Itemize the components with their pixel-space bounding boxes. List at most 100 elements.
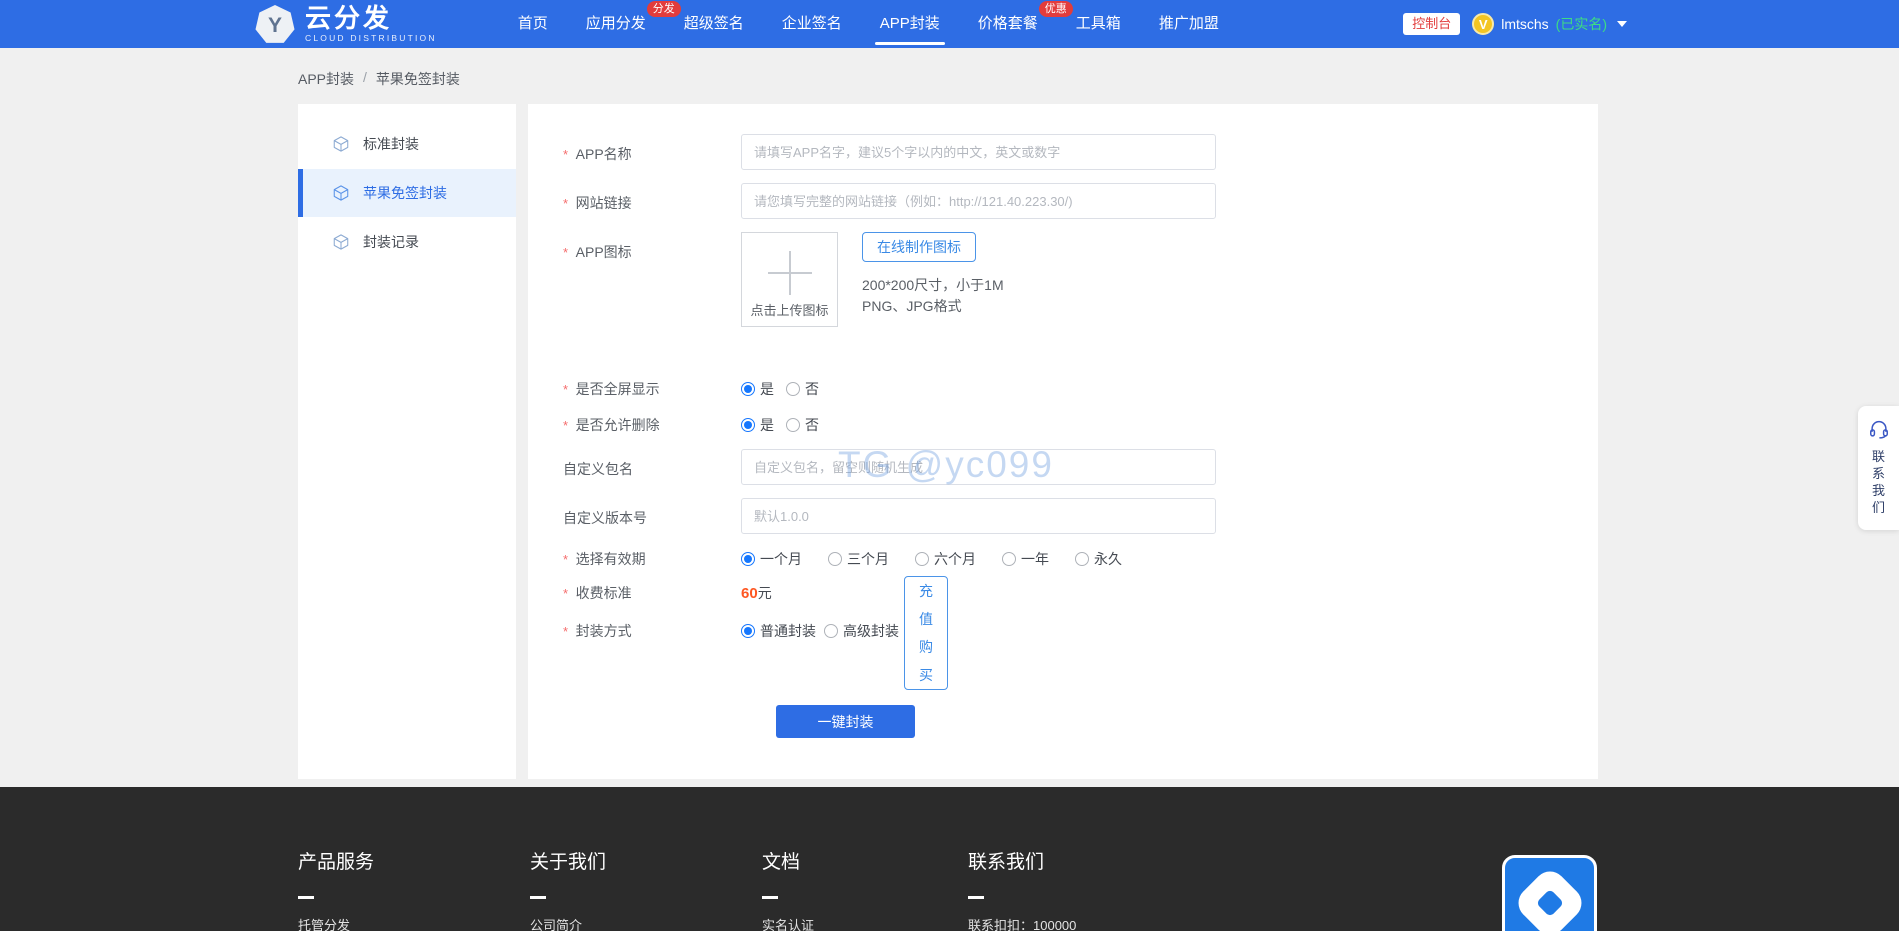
site-url-label: 网站链接 — [563, 183, 741, 219]
one-click-package-button[interactable]: 一键封装 — [776, 705, 915, 738]
validity-1year-radio[interactable]: 一年 — [1002, 549, 1049, 569]
user-menu[interactable]: V lmtschs (已实名) — [1472, 13, 1627, 35]
footer: 产品服务 托管分发 关于我们 公司简介 文档 实名认证 联系我们 联系扣扣：10… — [0, 787, 1899, 931]
radio-icon — [824, 623, 838, 638]
validity-3month-radio[interactable]: 三个月 — [828, 549, 889, 569]
fullscreen-no-radio[interactable]: 否 — [786, 379, 819, 399]
allow-delete-no-radio[interactable]: 否 — [786, 415, 819, 435]
make-icon-online-button[interactable]: 在线制作图标 — [862, 232, 976, 262]
footer-logo-swirl-icon — [1511, 864, 1588, 931]
form-row-site-url: 网站链接 — [563, 183, 1558, 219]
pack-type-advanced-radio[interactable]: 高级封装 — [824, 621, 899, 641]
fullscreen-radio-group: 是 否 — [741, 377, 819, 399]
contact-us-vertical-label: 联 系 我 们 — [1871, 449, 1885, 515]
validity-1month-radio[interactable]: 一个月 — [741, 549, 802, 569]
svg-text:Y: Y — [268, 14, 282, 37]
pack-type-radio-group: 普通封装 高级封装 — [741, 619, 899, 641]
plus-icon — [767, 251, 812, 295]
price-unit: 元 — [757, 585, 772, 601]
console-button[interactable]: 控制台 — [1403, 13, 1461, 35]
brand-text: 云分发 CLOUD DISTRIBUTION — [305, 5, 437, 43]
breadcrumb-separator: / — [363, 69, 367, 85]
radio-icon — [741, 417, 755, 432]
footer-divider-dash — [298, 896, 314, 899]
contact-us-float-widget[interactable]: 联 系 我 们 — [1858, 406, 1899, 530]
radio-icon — [1002, 551, 1016, 566]
nav-item-promotion[interactable]: 推广加盟 — [1140, 0, 1238, 48]
footer-col-products: 产品服务 托管分发 — [298, 847, 530, 931]
icon-upload-dropzone[interactable]: 点击上传图标 — [741, 232, 838, 327]
allow-delete-label: 是否允许删除 — [563, 413, 741, 435]
breadcrumb-current: 苹果免签封装 — [375, 71, 460, 87]
nav-item-app-distribution[interactable]: 应用分发 分发 — [567, 0, 681, 48]
site-url-input[interactable] — [741, 183, 1216, 219]
form-row-price: 收费标准 60 元 充值购买 — [563, 576, 1558, 690]
icon-hint-format: PNG、JPG格式 — [862, 298, 962, 314]
nav-item-super-sign[interactable]: 超级签名 — [665, 0, 763, 48]
validity-radio-group: 一个月 三个月 六个月 一年 永久 — [741, 547, 1122, 569]
icon-hints: 200*200尺寸，小于1M PNG、JPG格式 — [862, 275, 1004, 317]
breadcrumb-app-packaging[interactable]: APP封装 — [298, 69, 354, 89]
version-label: 自定义版本号 — [563, 510, 647, 526]
footer-col-title: 关于我们 — [530, 852, 607, 873]
radio-icon — [915, 551, 929, 566]
app-icon-label: APP图标 — [563, 232, 741, 327]
cube-icon — [332, 184, 350, 202]
allow-delete-yes-radio[interactable]: 是 — [741, 415, 774, 435]
footer-logo — [1502, 855, 1597, 931]
nav-item-pricing[interactable]: 价格套餐 优惠 — [959, 0, 1073, 48]
headset-icon — [1869, 420, 1888, 439]
brand-logo[interactable]: Y 云分发 CLOUD DISTRIBUTION — [255, 4, 437, 44]
fullscreen-label: 是否全屏显示 — [563, 377, 741, 399]
username: lmtschs — [1501, 16, 1549, 32]
pack-type-normal-radio[interactable]: 普通封装 — [741, 621, 816, 641]
package-name-input[interactable] — [741, 449, 1216, 485]
footer-col-title: 文档 — [762, 852, 801, 873]
sidebar-item-label: 苹果免签封装 — [363, 185, 447, 201]
content-area: 标准封装 苹果免签封装 封装记录 TG @yc099 APP名称 — [0, 104, 1899, 779]
icon-hint-size: 200*200尺寸，小于1M — [862, 277, 1004, 293]
footer-link-realname-auth[interactable]: 实名认证 — [762, 915, 968, 931]
user-avatar: V — [1472, 13, 1495, 35]
validity-label: 选择有效期 — [563, 547, 741, 569]
nav-item-toolbox[interactable]: 工具箱 — [1057, 0, 1140, 48]
radio-icon — [786, 381, 800, 396]
sidebar-item-label: 封装记录 — [363, 234, 419, 250]
page: Y 云分发 CLOUD DISTRIBUTION 首页 应用分发 分发 超级签名 … — [0, 0, 1899, 931]
allow-delete-radio-group: 是 否 — [741, 413, 819, 435]
validity-forever-radio[interactable]: 永久 — [1075, 549, 1122, 569]
sidebar-item-standard-packaging[interactable]: 标准封装 — [298, 120, 516, 168]
packaging-form-card: TG @yc099 APP名称 网站链接 APP图标 点击上传图标 在线制作图标 — [528, 104, 1598, 779]
validity-6month-radio[interactable]: 六个月 — [915, 549, 976, 569]
app-name-label: APP名称 — [563, 134, 741, 170]
breadcrumb: APP封装 / 苹果免签封装 — [0, 48, 1899, 104]
nav-item-enterprise-sign[interactable]: 企业签名 — [763, 0, 861, 48]
form-row-fullscreen: 是否全屏显示 是 否 — [563, 377, 1558, 399]
fullscreen-yes-radio[interactable]: 是 — [741, 379, 774, 399]
footer-divider-dash — [530, 896, 546, 899]
pack-type-label: 封装方式 — [563, 619, 741, 641]
verified-badge: (已实名) — [1555, 16, 1607, 32]
recharge-buy-button[interactable]: 充值购买 — [904, 576, 948, 690]
sidebar-item-apple-nosign-packaging[interactable]: 苹果免签封装 — [298, 169, 516, 217]
nav-menu: 首页 应用分发 分发 超级签名 企业签名 APP封装 价格套餐 优惠 工具箱 推广加… — [499, 0, 1238, 48]
footer-col-title: 联系我们 — [968, 852, 1045, 873]
footer-contact-qq: 联系扣扣：100000 — [968, 918, 1077, 931]
cube-icon — [332, 135, 350, 153]
sidebar-item-packaging-records[interactable]: 封装记录 — [298, 218, 516, 266]
nav-item-home[interactable]: 首页 — [499, 0, 567, 48]
radio-icon — [741, 551, 755, 566]
form-row-app-icon: APP图标 点击上传图标 在线制作图标 200*200尺寸，小于1M PNG、J… — [563, 232, 1558, 327]
nav-item-app-packaging[interactable]: APP封装 — [861, 0, 959, 48]
footer-link-company-intro[interactable]: 公司简介 — [530, 915, 762, 931]
radio-icon — [1075, 551, 1089, 566]
price-amount: 60 — [741, 584, 758, 602]
version-input[interactable] — [741, 498, 1216, 534]
footer-col-title: 产品服务 — [298, 852, 375, 873]
chevron-down-icon — [1617, 21, 1627, 27]
footer-col-docs: 文档 实名认证 — [762, 847, 968, 931]
footer-link-hosted-distribution[interactable]: 托管分发 — [298, 915, 530, 931]
radio-icon — [828, 551, 842, 566]
icon-help-block: 在线制作图标 200*200尺寸，小于1M PNG、JPG格式 — [862, 232, 1004, 327]
app-name-input[interactable] — [741, 134, 1216, 170]
